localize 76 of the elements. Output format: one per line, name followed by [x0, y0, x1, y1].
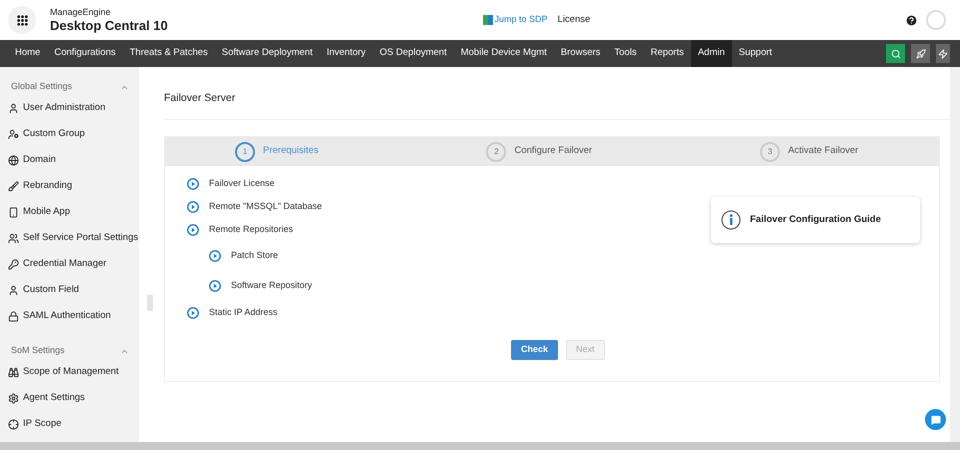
- sidebar-item[interactable]: Credential Manager: [23, 256, 106, 272]
- key-icon: [8, 258, 19, 270]
- sidebar-item[interactable]: Rebranding: [23, 178, 72, 194]
- play-circle-icon: [187, 178, 199, 190]
- sidebar-item[interactable]: User Administration: [23, 100, 106, 116]
- app-grid-button[interactable]: [8, 6, 36, 34]
- jump-to-sdp-link[interactable]: Jump to SDP: [494, 13, 548, 27]
- prerequisite-item: Failover License: [209, 176, 275, 190]
- nav-tab[interactable]: Mobile Device Mgmt: [454, 40, 554, 67]
- collapse-handle[interactable]: [147, 295, 153, 311]
- nav-tab[interactable]: Home: [8, 40, 48, 67]
- users-icon: [8, 232, 19, 244]
- prerequisite-item: Static IP Address: [209, 306, 278, 319]
- search-button[interactable]: [886, 44, 905, 63]
- guide-title: Failover Configuration Guide: [750, 212, 881, 227]
- chat-button[interactable]: [925, 409, 946, 430]
- nav-tab[interactable]: Browsers: [554, 40, 608, 67]
- sdp-icon: [482, 15, 492, 25]
- info-icon: [721, 210, 742, 230]
- wizard-step: 3 Activate Failover: [760, 142, 858, 162]
- sidebar-section-title: SoM Settings: [10, 344, 65, 358]
- sidebar-item[interactable]: Mobile App: [23, 204, 70, 220]
- license-link[interactable]: License: [558, 12, 590, 28]
- sidebar-item[interactable]: Agent Settings: [23, 390, 85, 406]
- grid-icon: [16, 14, 28, 26]
- prerequisite-item: Remote Repositories: [209, 222, 294, 236]
- page-title: Failover Server: [164, 92, 236, 104]
- rocket-button[interactable]: [911, 44, 930, 63]
- lightning-icon: [938, 48, 948, 58]
- nav-tab[interactable]: Reports: [644, 40, 691, 67]
- play-circle-icon: [187, 224, 199, 236]
- horizontal-scrollbar[interactable]: [0, 442, 960, 450]
- sidebar-item[interactable]: Custom Field: [23, 282, 79, 298]
- play-circle-icon: [209, 250, 221, 262]
- play-circle-icon: [187, 306, 199, 318]
- prerequisite-item: Remote "MSSQL" Database: [209, 200, 322, 213]
- vertical-scrollbar[interactable]: [950, 67, 960, 442]
- sidebar-section-title: Global Settings: [10, 80, 72, 94]
- check-button[interactable]: Check: [511, 340, 558, 360]
- brush-icon: [8, 180, 19, 192]
- lock-icon: [8, 310, 19, 322]
- gear-icon: [8, 392, 19, 404]
- help-icon[interactable]: [905, 14, 918, 26]
- wizard-step: 2 Configure Failover: [486, 142, 592, 162]
- search-icon: [890, 48, 900, 58]
- nav-tab[interactable]: Configurations: [47, 40, 123, 67]
- user-icon: [8, 284, 19, 296]
- wizard-step: 1 Prerequisites: [235, 142, 318, 162]
- sidebar-item[interactable]: Self Service Portal Settings: [23, 230, 138, 246]
- nav-tab[interactable]: Threats & Patches: [122, 40, 215, 67]
- nav-tab[interactable]: Inventory: [320, 40, 373, 67]
- brand-logo: ManageEngine: [50, 8, 112, 17]
- prerequisite-item: Patch Store: [231, 249, 278, 262]
- prerequisite-item: Software Repository: [231, 279, 312, 292]
- nav-tab[interactable]: Software Deployment: [214, 40, 320, 67]
- sidebar-item[interactable]: Scope of Management: [23, 364, 119, 380]
- nav-tab[interactable]: Admin: [690, 40, 732, 67]
- target-icon: [8, 418, 19, 430]
- nav-tab[interactable]: Tools: [607, 40, 644, 67]
- nav-tab[interactable]: OS Deployment: [372, 40, 454, 67]
- nav-tab[interactable]: Support: [732, 40, 780, 67]
- play-circle-icon: [209, 280, 221, 292]
- globe-icon: [8, 154, 19, 166]
- rocket-icon: [916, 48, 926, 58]
- chat-icon: [930, 414, 940, 424]
- sidebar-item[interactable]: IP Scope: [23, 416, 62, 432]
- guide-card[interactable]: Failover Configuration Guide: [711, 197, 920, 243]
- sidebar-item[interactable]: SAML Authentication: [23, 308, 111, 324]
- binoculars-icon: [8, 366, 19, 378]
- phone-icon: [8, 206, 19, 218]
- play-circle-icon: [187, 200, 199, 212]
- bolt-button[interactable]: [936, 44, 950, 63]
- sidebar-item[interactable]: Custom Group: [23, 126, 85, 142]
- user-icon: [8, 102, 19, 114]
- sidebar-item[interactable]: Domain: [23, 152, 56, 168]
- product-title: Desktop Central 10: [50, 19, 168, 32]
